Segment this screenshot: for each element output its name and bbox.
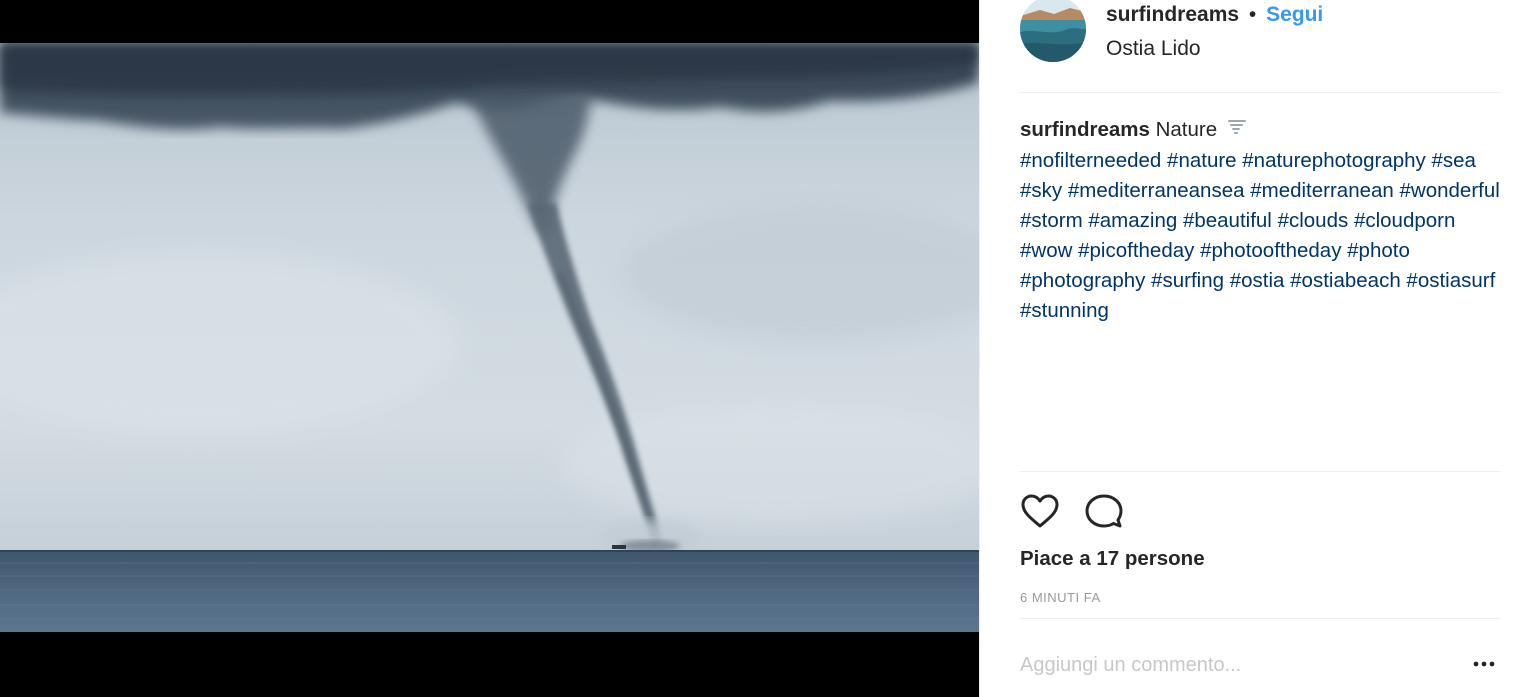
hashtag-link[interactable]: #beautiful bbox=[1183, 209, 1272, 232]
post-modal: surfindreams • Segui Ostia Lido surfindr… bbox=[0, 0, 1536, 697]
caption-text: Nature bbox=[1155, 118, 1218, 141]
hashtag-link[interactable]: #ostiasurf bbox=[1406, 269, 1495, 292]
divider bbox=[1020, 471, 1500, 472]
hashtag-link[interactable]: #photo bbox=[1347, 239, 1410, 262]
hashtag-link[interactable]: #sky bbox=[1020, 179, 1062, 202]
post-header: surfindreams • Segui Ostia Lido bbox=[1020, 0, 1500, 93]
post-media bbox=[0, 0, 979, 697]
action-bar bbox=[1020, 493, 1124, 529]
follow-button[interactable]: Segui bbox=[1266, 3, 1323, 26]
user-line: surfindreams • Segui bbox=[1106, 2, 1323, 28]
avatar[interactable] bbox=[1020, 0, 1086, 62]
post-timestamp[interactable]: 6 MINUTI FA bbox=[1020, 589, 1101, 607]
hashtag-link[interactable]: #photography bbox=[1020, 269, 1145, 292]
hashtag-link[interactable]: #naturephotography bbox=[1242, 149, 1426, 172]
hashtag-link[interactable]: #amazing bbox=[1088, 209, 1177, 232]
post-caption: surfindreams Nature #nofilterneeded #nat… bbox=[1020, 115, 1500, 326]
location-link[interactable]: Ostia Lido bbox=[1106, 36, 1201, 62]
likes-count[interactable]: Piace a 17 persone bbox=[1020, 546, 1205, 572]
hashtag-link[interactable]: #storm bbox=[1020, 209, 1083, 232]
hashtag-link[interactable]: #ostiabeach bbox=[1290, 269, 1401, 292]
comment-input[interactable] bbox=[1020, 648, 1440, 682]
hashtag-link[interactable]: #cloudporn bbox=[1354, 209, 1455, 232]
more-options-icon[interactable] bbox=[1470, 652, 1498, 676]
hashtag-link[interactable]: #nature bbox=[1167, 149, 1237, 172]
hashtag-list: #nofilterneeded #nature #naturephotograp… bbox=[1020, 149, 1500, 322]
tornado-icon bbox=[1227, 116, 1247, 146]
post-sidebar: surfindreams • Segui Ostia Lido surfindr… bbox=[979, 0, 1536, 697]
comment-bubble-icon[interactable] bbox=[1084, 493, 1124, 529]
username-link[interactable]: surfindreams bbox=[1106, 3, 1239, 26]
hashtag-link[interactable]: #clouds bbox=[1278, 209, 1349, 232]
hashtag-link[interactable]: #nofilterneeded bbox=[1020, 149, 1161, 172]
hashtag-link[interactable]: #wow bbox=[1020, 239, 1072, 262]
hashtag-link[interactable]: #wonderful bbox=[1400, 179, 1500, 202]
hashtag-link[interactable]: #surfing bbox=[1151, 269, 1224, 292]
hashtag-link[interactable]: #sea bbox=[1432, 149, 1476, 172]
caption-username[interactable]: surfindreams bbox=[1020, 118, 1150, 141]
hashtag-link[interactable]: #picoftheday bbox=[1078, 239, 1194, 262]
hashtag-link[interactable]: #mediterraneansea bbox=[1068, 179, 1245, 202]
divider bbox=[1020, 618, 1500, 619]
heart-icon[interactable] bbox=[1020, 493, 1060, 529]
hashtag-link[interactable]: #stunning bbox=[1020, 299, 1109, 322]
avatar-image bbox=[1020, 0, 1086, 62]
hashtag-link[interactable]: #photooftheday bbox=[1200, 239, 1341, 262]
separator-dot: • bbox=[1248, 3, 1257, 26]
hashtag-link[interactable]: #ostia bbox=[1230, 269, 1285, 292]
hashtag-link[interactable]: #mediterranean bbox=[1250, 179, 1394, 202]
post-photo[interactable] bbox=[0, 43, 979, 632]
